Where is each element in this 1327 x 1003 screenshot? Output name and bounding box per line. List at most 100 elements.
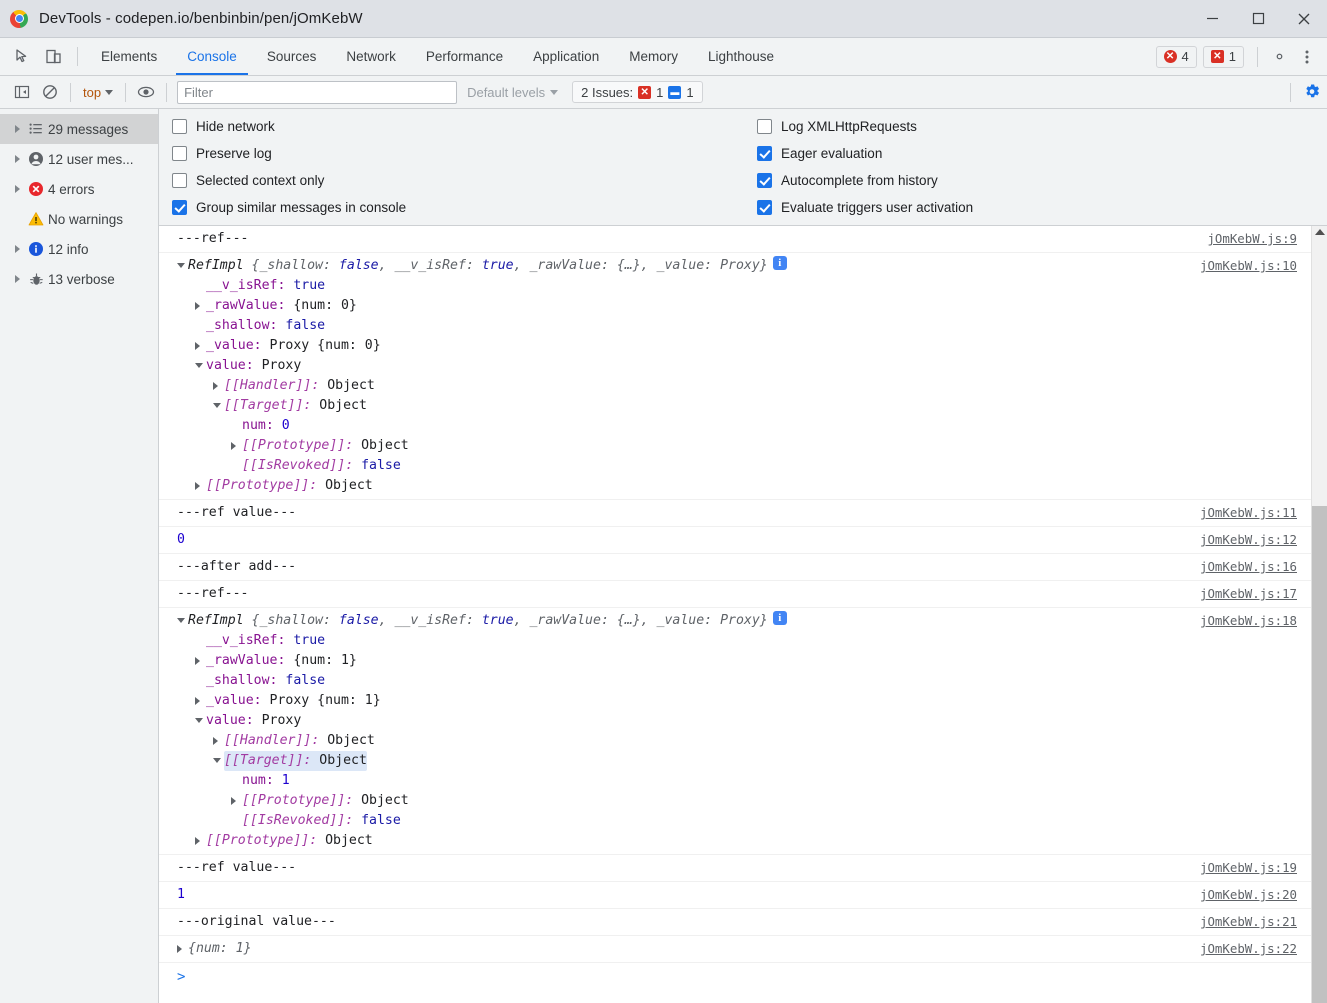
scroll-up-arrow-icon[interactable] bbox=[1315, 229, 1325, 235]
checkbox[interactable] bbox=[172, 172, 187, 188]
console-message[interactable]: ---ref value--- jOmKebW.js:19 bbox=[159, 855, 1311, 882]
property-row[interactable]: num: 0 bbox=[231, 416, 1311, 436]
log-levels-selector[interactable]: Default levels bbox=[467, 85, 559, 100]
expand-arrow-icon[interactable] bbox=[10, 275, 24, 283]
tab-application[interactable]: Application bbox=[518, 38, 614, 75]
property-row[interactable]: [[IsRevoked]]: false bbox=[231, 456, 1311, 476]
sidebar-item-errors[interactable]: 4 errors bbox=[0, 174, 158, 204]
expand-arrow-icon[interactable] bbox=[10, 125, 24, 133]
console-message[interactable]: ---ref value--- jOmKebW.js:11 bbox=[159, 500, 1311, 527]
expand-arrow-icon[interactable] bbox=[195, 691, 206, 705]
device-toolbar-icon[interactable] bbox=[38, 38, 69, 75]
object-header[interactable]: RefImpl {_shallow: false, __v_isRef: tru… bbox=[177, 611, 1311, 631]
source-link[interactable]: jOmKebW.js:17 bbox=[1200, 584, 1297, 604]
source-link[interactable]: jOmKebW.js:19 bbox=[1200, 858, 1297, 878]
property-row[interactable]: [[Prototype]]: Object bbox=[231, 791, 1311, 811]
property-row[interactable]: [[Handler]]: Object bbox=[213, 731, 1311, 751]
sidebar-item-info[interactable]: 12 info bbox=[0, 234, 158, 264]
sidebar-item-verbose[interactable]: 13 verbose bbox=[0, 264, 158, 294]
expand-arrow-icon[interactable] bbox=[213, 376, 224, 390]
property-row[interactable]: [[Target]]: Object bbox=[213, 396, 1311, 416]
more-options-icon[interactable] bbox=[1293, 38, 1321, 76]
expand-arrow-icon[interactable] bbox=[177, 939, 188, 953]
execution-context-selector[interactable]: top bbox=[77, 80, 119, 104]
checkbox[interactable] bbox=[172, 199, 187, 215]
checkbox[interactable] bbox=[757, 145, 772, 161]
checkbox[interactable] bbox=[172, 145, 187, 161]
tab-elements[interactable]: Elements bbox=[86, 38, 172, 75]
console-message[interactable]: ---ref--- jOmKebW.js:17 bbox=[159, 581, 1311, 608]
checkbox[interactable] bbox=[172, 118, 187, 134]
collapse-arrow-icon[interactable] bbox=[177, 611, 188, 623]
gear-icon[interactable] bbox=[1265, 38, 1293, 76]
property-row[interactable]: [[Prototype]]: Object bbox=[195, 476, 1311, 496]
minimize-button[interactable] bbox=[1189, 0, 1235, 38]
setting-eager-evaluation[interactable]: Eager evaluation bbox=[757, 143, 973, 163]
maximize-button[interactable] bbox=[1235, 0, 1281, 38]
source-link[interactable]: jOmKebW.js:21 bbox=[1200, 912, 1297, 932]
property-row[interactable]: __v_isRef: true bbox=[195, 631, 1311, 651]
sidebar-item-user-messages[interactable]: 12 user mes... bbox=[0, 144, 158, 174]
console-message-object[interactable]: jOmKebW.js:22 {num: 1} bbox=[159, 936, 1311, 963]
expand-arrow-icon[interactable] bbox=[195, 831, 206, 845]
source-link[interactable]: jOmKebW.js:12 bbox=[1200, 530, 1297, 550]
source-link[interactable]: jOmKebW.js:18 bbox=[1200, 611, 1297, 631]
collapse-arrow-icon[interactable] bbox=[177, 256, 188, 268]
property-row[interactable]: [[IsRevoked]]: false bbox=[231, 811, 1311, 831]
console-message[interactable]: 0 jOmKebW.js:12 bbox=[159, 527, 1311, 554]
property-row[interactable]: [[Prototype]]: Object bbox=[195, 831, 1311, 851]
property-row[interactable]: _shallow: false bbox=[195, 316, 1311, 336]
console-prompt[interactable]: > bbox=[159, 963, 1311, 991]
tab-sources[interactable]: Sources bbox=[252, 38, 332, 75]
property-row-selected[interactable]: [[Target]]: Object bbox=[213, 751, 1311, 771]
sidebar-item-warnings[interactable]: No warnings bbox=[0, 204, 158, 234]
property-row[interactable]: _value: Proxy {num: 0} bbox=[195, 336, 1311, 356]
close-button[interactable] bbox=[1281, 0, 1327, 38]
source-link[interactable]: jOmKebW.js:22 bbox=[1200, 939, 1297, 959]
source-link[interactable]: jOmKebW.js:20 bbox=[1200, 885, 1297, 905]
tab-console[interactable]: Console bbox=[172, 38, 252, 75]
console-message[interactable]: 1 jOmKebW.js:20 bbox=[159, 882, 1311, 909]
setting-evaluate-user-activation[interactable]: Evaluate triggers user activation bbox=[757, 197, 973, 217]
checkbox[interactable] bbox=[757, 118, 772, 134]
info-badge-icon[interactable]: i bbox=[772, 611, 787, 625]
setting-hide-network[interactable]: Hide network bbox=[172, 116, 757, 136]
expand-arrow-icon[interactable] bbox=[10, 245, 24, 253]
property-row[interactable]: _shallow: false bbox=[195, 671, 1311, 691]
checkbox[interactable] bbox=[757, 172, 772, 188]
source-link[interactable]: jOmKebW.js:9 bbox=[1207, 229, 1297, 249]
property-row[interactable]: _rawValue: {num: 1} bbox=[195, 651, 1311, 671]
toggle-sidebar-icon[interactable] bbox=[8, 79, 36, 105]
property-row[interactable]: value: Proxy bbox=[195, 356, 1311, 376]
clear-console-icon[interactable] bbox=[36, 79, 64, 105]
issues-button[interactable]: 2 Issues: ✕ 1 ▬ 1 bbox=[572, 81, 703, 103]
expand-arrow-icon[interactable] bbox=[10, 185, 24, 193]
expand-arrow-icon[interactable] bbox=[195, 651, 206, 665]
expand-arrow-icon[interactable] bbox=[231, 791, 242, 805]
expand-arrow-icon[interactable] bbox=[195, 476, 206, 490]
property-row[interactable]: __v_isRef: true bbox=[195, 276, 1311, 296]
property-row[interactable]: value: Proxy bbox=[195, 711, 1311, 731]
tab-network[interactable]: Network bbox=[331, 38, 411, 75]
source-link[interactable]: jOmKebW.js:10 bbox=[1200, 256, 1297, 276]
console-message-object[interactable]: jOmKebW.js:18 RefImpl {_shallow: false, … bbox=[159, 608, 1311, 855]
property-row[interactable]: [[Prototype]]: Object bbox=[231, 436, 1311, 456]
property-row[interactable]: _rawValue: {num: 0} bbox=[195, 296, 1311, 316]
property-row[interactable]: _value: Proxy {num: 1} bbox=[195, 691, 1311, 711]
console-message[interactable]: ---original value--- jOmKebW.js:21 bbox=[159, 909, 1311, 936]
setting-log-xhr[interactable]: Log XMLHttpRequests bbox=[757, 116, 973, 136]
expand-arrow-icon[interactable] bbox=[10, 155, 24, 163]
tab-memory[interactable]: Memory bbox=[614, 38, 693, 75]
scrollbar-thumb[interactable] bbox=[1312, 506, 1327, 1003]
source-link[interactable]: jOmKebW.js:11 bbox=[1200, 503, 1297, 523]
expand-arrow-icon[interactable] bbox=[213, 731, 224, 745]
filter-input[interactable] bbox=[177, 80, 458, 104]
expand-arrow-icon[interactable] bbox=[231, 436, 242, 450]
collapse-arrow-icon[interactable] bbox=[213, 751, 224, 763]
setting-autocomplete-history[interactable]: Autocomplete from history bbox=[757, 170, 973, 190]
error-count-badge[interactable]: ✕ 4 bbox=[1155, 45, 1197, 68]
issue-count-badge[interactable]: ✕ 1 bbox=[1202, 45, 1244, 68]
object-header[interactable]: RefImpl {_shallow: false, __v_isRef: tru… bbox=[177, 256, 1311, 276]
expand-arrow-icon[interactable] bbox=[195, 336, 206, 350]
object-header[interactable]: {num: 1} bbox=[177, 939, 1311, 959]
